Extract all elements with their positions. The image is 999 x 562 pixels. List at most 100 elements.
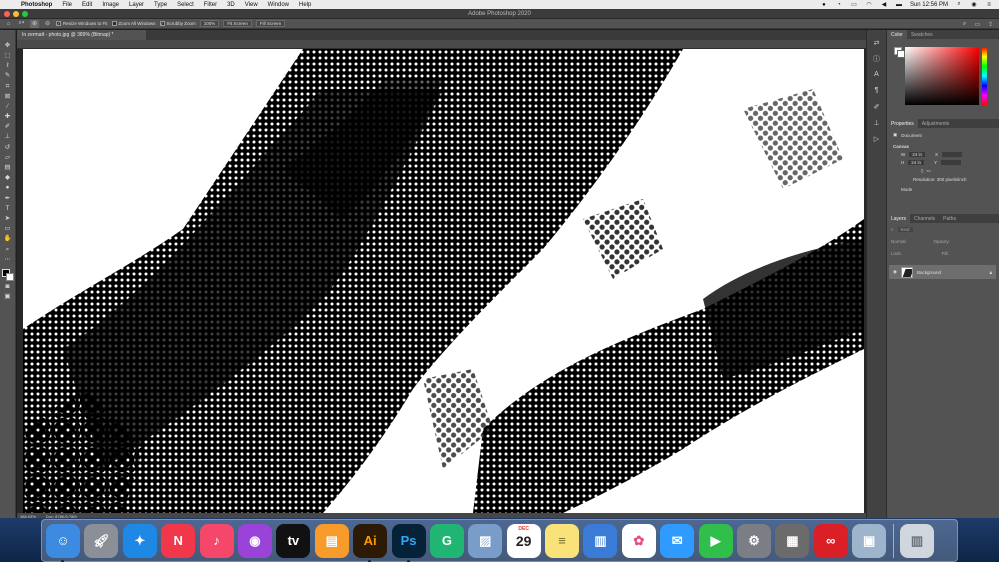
- tab-layers[interactable]: Layers: [887, 214, 911, 223]
- layer-kind-select[interactable]: Kind: [897, 227, 913, 232]
- paragraph-panel-icon[interactable]: ¶: [872, 86, 882, 95]
- volume-icon[interactable]: ◀: [880, 2, 888, 8]
- type-tool-icon[interactable]: T: [3, 205, 13, 213]
- share-icon[interactable]: ⇪: [986, 20, 995, 28]
- sync-status-icon[interactable]: ◔: [835, 2, 843, 8]
- safari-icon[interactable]: ✦: [122, 523, 157, 558]
- menu-select[interactable]: Select: [172, 2, 199, 8]
- marquee-tool-icon[interactable]: ⬚: [3, 52, 13, 60]
- menu-type[interactable]: Type: [149, 2, 172, 8]
- height-field[interactable]: 24 in: [908, 160, 925, 165]
- keynote-icon[interactable]: ▥: [583, 523, 618, 558]
- spotlight-icon[interactable]: ⌕: [955, 1, 963, 8]
- background-color-swatch[interactable]: [5, 273, 14, 282]
- scrubby-zoom-checkbox[interactable]: ✓ Scrubby Zoom: [159, 21, 196, 26]
- canvas-section-label[interactable]: Canvas: [893, 144, 993, 149]
- tab-swatches[interactable]: Swatches: [907, 30, 937, 39]
- launchpad-icon[interactable]: 🚀︎: [84, 523, 119, 558]
- menu-window[interactable]: Window: [263, 2, 294, 8]
- battery-icon[interactable]: ▬: [895, 2, 903, 8]
- blend-mode-select[interactable]: Normal: [891, 239, 906, 244]
- dodge-tool-icon[interactable]: ●: [3, 185, 13, 193]
- menu-filter[interactable]: Filter: [199, 2, 222, 8]
- menu-file[interactable]: File: [57, 2, 77, 8]
- actions-panel-icon[interactable]: ▷: [872, 134, 882, 143]
- x-field[interactable]: [942, 152, 963, 157]
- photoshop-icon[interactable]: Ps: [391, 523, 426, 562]
- edit-toolbar-icon[interactable]: ⋯: [3, 256, 13, 264]
- quick-mask-icon[interactable]: ◙: [3, 283, 13, 291]
- layer-filter-icon[interactable]: ⌕: [891, 227, 894, 232]
- canvas-area[interactable]: [17, 49, 866, 513]
- menu-layer[interactable]: Layer: [124, 2, 149, 8]
- foreground-background-swatches[interactable]: [1, 269, 14, 282]
- fill-screen-button[interactable]: Fill Screen: [255, 20, 286, 27]
- width-field[interactable]: 24 in: [909, 152, 926, 157]
- eraser-tool-icon[interactable]: ▱: [3, 154, 13, 162]
- tab-adjustments[interactable]: Adjustments: [918, 119, 954, 128]
- finder-icon[interactable]: ☺: [46, 523, 80, 562]
- menu-help[interactable]: Help: [294, 2, 316, 8]
- notes-icon[interactable]: ≡: [545, 523, 580, 558]
- grammarly-icon[interactable]: G: [429, 523, 464, 558]
- healing-brush-tool-icon[interactable]: ✚: [3, 113, 13, 121]
- zoom-100-button[interactable]: 100%: [199, 20, 220, 27]
- layer-row-background[interactable]: ◉ Background 🔒︎: [889, 265, 996, 279]
- menu-view[interactable]: View: [240, 2, 263, 8]
- system-preferences-icon[interactable]: ⚙: [737, 523, 772, 558]
- image-capture-icon[interactable]: ▣: [852, 523, 887, 558]
- zoom-tool-icon[interactable]: ⌕: [3, 246, 13, 254]
- zoom-window-button[interactable]: [22, 11, 28, 17]
- books-icon[interactable]: ▤: [314, 523, 349, 558]
- resize-windows-checkbox[interactable]: ✓ Resize Windows to Fit: [56, 21, 108, 26]
- apple-tv-icon[interactable]: tv: [276, 523, 311, 558]
- zoom-out-icon[interactable]: ⊖: [43, 20, 52, 28]
- blur-tool-icon[interactable]: ◆: [3, 174, 13, 182]
- menu-3d[interactable]: 3D: [222, 2, 240, 8]
- pen-tool-icon[interactable]: ✒: [3, 195, 13, 203]
- messages-icon[interactable]: ✉: [660, 523, 695, 558]
- fit-screen-button[interactable]: Fit Screen: [223, 20, 252, 27]
- screen-mode-icon[interactable]: ▣: [3, 294, 13, 302]
- home-icon[interactable]: ⌂: [4, 20, 13, 28]
- tab-paths[interactable]: Paths: [939, 214, 960, 223]
- lasso-tool-icon[interactable]: ℓ: [3, 62, 13, 70]
- rectangle-tool-icon[interactable]: ▭: [3, 225, 13, 233]
- eyedropper-tool-icon[interactable]: ⁄: [3, 103, 13, 111]
- search-icon[interactable]: ⌕: [960, 20, 969, 28]
- info-panel-icon[interactable]: ⓘ: [872, 54, 882, 63]
- airplay-icon[interactable]: ▭: [850, 2, 858, 8]
- illustrator-icon[interactable]: Ai: [353, 523, 388, 562]
- character-panel-icon[interactable]: A: [872, 70, 882, 79]
- notification-center-icon[interactable]: ≡: [985, 2, 993, 8]
- path-selection-tool-icon[interactable]: ➤: [3, 215, 13, 223]
- minimize-window-button[interactable]: [13, 11, 19, 17]
- calendar-icon[interactable]: 29 DEC: [506, 523, 541, 558]
- zoom-tool-preset-icon[interactable]: ⌕▾: [17, 20, 26, 28]
- quick-selection-tool-icon[interactable]: ✎: [3, 73, 13, 81]
- document-tab[interactable]: In zermatt - photo.jpg @ 389% (Bitmap) *: [17, 30, 147, 40]
- gradient-tool-icon[interactable]: ▤: [3, 164, 13, 172]
- landscape-orientation-icon[interactable]: ▭: [926, 168, 930, 174]
- close-window-button[interactable]: [4, 11, 10, 17]
- facetime-icon[interactable]: ▶: [698, 523, 733, 558]
- layer-visibility-eye-icon[interactable]: ◉: [893, 269, 897, 275]
- fill-label[interactable]: Fill:: [942, 251, 949, 256]
- opacity-label[interactable]: Opacity:: [934, 239, 951, 244]
- news-icon[interactable]: N: [161, 523, 196, 558]
- hand-tool-icon[interactable]: ✋: [3, 236, 13, 244]
- frame-tool-icon[interactable]: ⊠: [3, 93, 13, 101]
- tab-color[interactable]: Color: [887, 30, 907, 39]
- menu-image[interactable]: Image: [97, 2, 124, 8]
- history-brush-tool-icon[interactable]: ↺: [3, 144, 13, 152]
- y-field[interactable]: [941, 160, 962, 165]
- clone-stamp-tool-icon[interactable]: ⊥: [3, 134, 13, 142]
- wifi-icon[interactable]: ◠: [865, 2, 873, 8]
- layer-name[interactable]: Background: [917, 270, 941, 275]
- music-icon[interactable]: ♪: [199, 523, 234, 558]
- history-panel-icon[interactable]: ⇄: [872, 38, 882, 47]
- clone-source-panel-icon[interactable]: ⊥: [872, 118, 882, 127]
- creative-cloud-icon[interactable]: ∞: [813, 523, 848, 558]
- photos-icon[interactable]: ✿: [621, 523, 656, 558]
- trash-icon[interactable]: ▥: [899, 523, 934, 558]
